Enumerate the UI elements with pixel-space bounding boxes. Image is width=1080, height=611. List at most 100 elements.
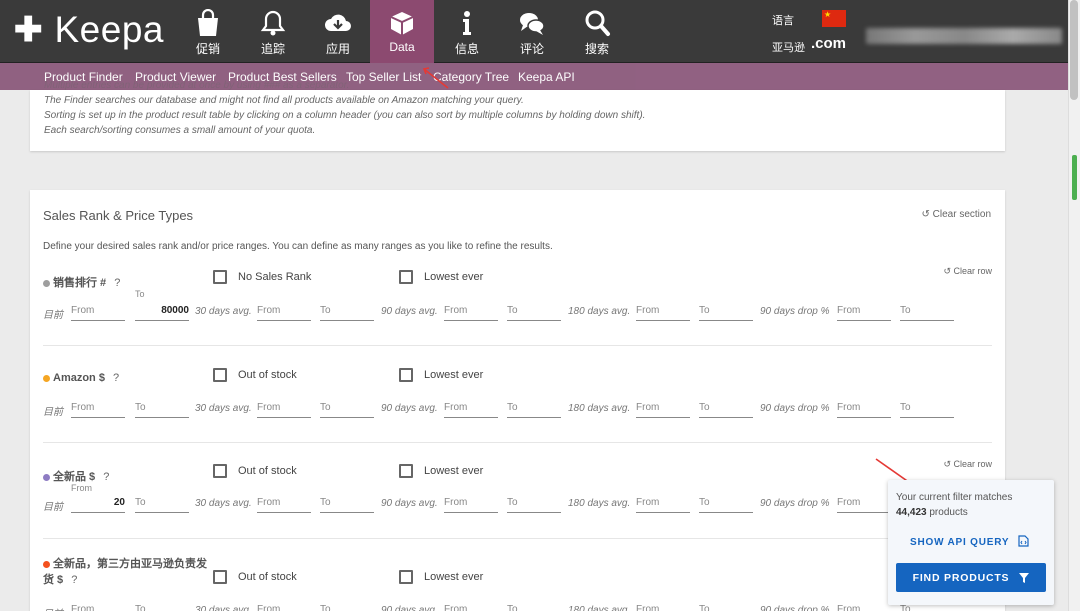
current-from-input[interactable]: From — [71, 399, 125, 418]
row-label: 全新品，第三方由亚马逊负责发 — [43, 555, 207, 571]
drop90-from-input[interactable]: From — [837, 494, 891, 513]
out-of-stock-checkbox[interactable]: Out of stock — [213, 464, 297, 478]
matches-text: Your current filter matches — [896, 492, 1013, 503]
nav-item-info[interactable]: 信息 — [435, 0, 499, 63]
avg180-from-input[interactable]: From — [636, 399, 690, 418]
lowest-ever-checkbox[interactable]: Lowest ever — [399, 464, 483, 478]
new-price-row: 全新品 $? From Out of stock Lowest ever ↺ C… — [43, 459, 992, 521]
avg90-label: 90 days avg. — [381, 403, 438, 414]
help-icon[interactable]: ? — [103, 471, 109, 483]
subnav-category-tree[interactable]: Category Tree — [433, 70, 509, 84]
nav-item-search[interactable]: 搜索 — [565, 0, 629, 63]
subnav-top-seller-list[interactable]: Top Seller List — [346, 70, 421, 84]
scrollbar-thumb[interactable] — [1070, 0, 1078, 100]
nav-item-reviews[interactable]: 评论 — [500, 0, 564, 63]
drop90-from-input[interactable]: From — [837, 601, 891, 611]
find-products-button[interactable]: FIND PRODUCTS — [896, 563, 1046, 592]
nav-item-deals[interactable]: 促销 — [176, 0, 240, 63]
keepa-logo[interactable]: ✚ Keepa — [14, 10, 164, 50]
lowest-ever-checkbox[interactable]: Lowest ever — [399, 570, 483, 584]
avg30-label: 30 days avg. — [195, 498, 252, 509]
avg180-to-input[interactable]: To — [699, 494, 753, 513]
lowest-ever-checkbox[interactable]: Lowest ever — [399, 270, 483, 284]
current-from-input[interactable]: From — [71, 601, 125, 611]
subnav-keepa-api[interactable]: Keepa API — [518, 70, 575, 84]
drop90-to-input[interactable]: To — [900, 302, 954, 321]
series-dot — [43, 279, 50, 287]
avg30-to-input[interactable]: To — [320, 601, 374, 611]
avg30-label: 30 days avg. — [195, 306, 252, 317]
avg90-to-input[interactable]: To — [507, 302, 561, 321]
nav-label: 搜索 — [584, 42, 609, 56]
nav-label: 应用 — [325, 42, 350, 56]
avg90-from-input[interactable]: From — [444, 302, 498, 321]
nav-label: 促销 — [195, 42, 220, 56]
avg90-to-input[interactable]: To — [507, 494, 561, 513]
avg30-to-input[interactable]: To — [320, 494, 374, 513]
avg90-to-input[interactable]: To — [507, 601, 561, 611]
current-to-input[interactable]: To — [135, 494, 189, 513]
avg180-from-input[interactable]: From — [636, 601, 690, 611]
avg90-from-input[interactable]: From — [444, 494, 498, 513]
nav-item-apps[interactable]: 应用 — [306, 0, 370, 63]
new-fba-price-row: 全新品，第三方由亚马逊负责发 货 $? Out of stock Lowest … — [43, 555, 992, 611]
help-icon[interactable]: ? — [71, 574, 77, 586]
nav-item-data[interactable]: Data — [370, 0, 434, 63]
help-icon[interactable]: ? — [113, 372, 119, 384]
avg180-from-input[interactable]: From — [636, 494, 690, 513]
avg30-from-input[interactable]: From — [257, 601, 311, 611]
match-count: 44,423 products — [896, 507, 968, 518]
current-to-input[interactable]: To — [135, 601, 189, 611]
clear-row-button[interactable]: ↺ Clear row — [943, 266, 992, 277]
row-label: 全新品 $? — [43, 468, 109, 484]
nav-label: 评论 — [519, 42, 544, 56]
current-from-input[interactable]: From — [71, 302, 125, 321]
no-sales-rank-checkbox[interactable]: No Sales Rank — [213, 270, 311, 284]
avg180-to-input[interactable]: To — [699, 601, 753, 611]
avg90-from-input[interactable]: From — [444, 399, 498, 418]
plus-icon: ✚ — [14, 11, 43, 49]
drop90-from-input[interactable]: From — [837, 302, 891, 321]
row-label-continued: 货 $? — [43, 574, 78, 586]
drop90-to-input[interactable]: To — [900, 399, 954, 418]
lowest-ever-checkbox[interactable]: Lowest ever — [399, 368, 483, 382]
top-nav-bar: ✚ Keepa 促销 追踪 应用 Data 信息 评论 搜索 语言 ★ 亚马逊 … — [0, 0, 1068, 63]
avg30-from-input[interactable]: From — [257, 302, 311, 321]
avg90-to-input[interactable]: To — [507, 399, 561, 418]
current-from-input[interactable]: 20 — [71, 494, 125, 513]
avg180-to-input[interactable]: To — [699, 302, 753, 321]
avg30-label: 30 days avg. — [195, 403, 252, 414]
avg180-from-input[interactable]: From — [636, 302, 690, 321]
search-icon — [585, 10, 610, 36]
nav-label: 信息 — [454, 42, 479, 56]
china-flag-icon[interactable] — [822, 10, 846, 27]
avg30-from-input[interactable]: From — [257, 399, 311, 418]
drop90-from-input[interactable]: From — [837, 399, 891, 418]
out-of-stock-checkbox[interactable]: Out of stock — [213, 368, 297, 382]
section-title: Sales Rank & Price Types — [43, 208, 194, 223]
bell-icon — [260, 10, 286, 36]
current-to-input[interactable]: To — [135, 399, 189, 418]
current-label: 目前 — [43, 605, 63, 611]
domain-selector[interactable]: .com — [811, 35, 846, 52]
out-of-stock-checkbox[interactable]: Out of stock — [213, 570, 297, 584]
shopping-bag-icon — [198, 9, 218, 36]
help-icon[interactable]: ? — [114, 277, 120, 289]
current-to-input[interactable]: 80000 — [135, 302, 189, 321]
nav-label: Data — [389, 40, 415, 54]
avg180-to-input[interactable]: To — [699, 399, 753, 418]
info-panel: Multiple entries can be provided at once… — [30, 80, 1005, 151]
avg30-to-input[interactable]: To — [320, 399, 374, 418]
avg30-to-input[interactable]: To — [320, 302, 374, 321]
amazon-price-row: Amazon $? Out of stock Lowest ever 目前 Fr… — [43, 368, 992, 425]
nav-item-tracking[interactable]: 追踪 — [241, 0, 305, 63]
avg30-from-input[interactable]: From — [257, 494, 311, 513]
row-label: 销售排行 #? — [43, 274, 120, 290]
current-label: 目前 — [43, 502, 63, 513]
avg90-from-input[interactable]: From — [444, 601, 498, 611]
avg180-label: 180 days avg. — [568, 498, 631, 509]
clear-section-button[interactable]: ↺ Clear section — [921, 209, 991, 220]
show-api-query-button[interactable]: SHOW API QUERY — [910, 535, 1029, 548]
clear-row-button[interactable]: ↺ Clear row — [943, 459, 992, 470]
account-name-blurred[interactable] — [866, 28, 1062, 44]
